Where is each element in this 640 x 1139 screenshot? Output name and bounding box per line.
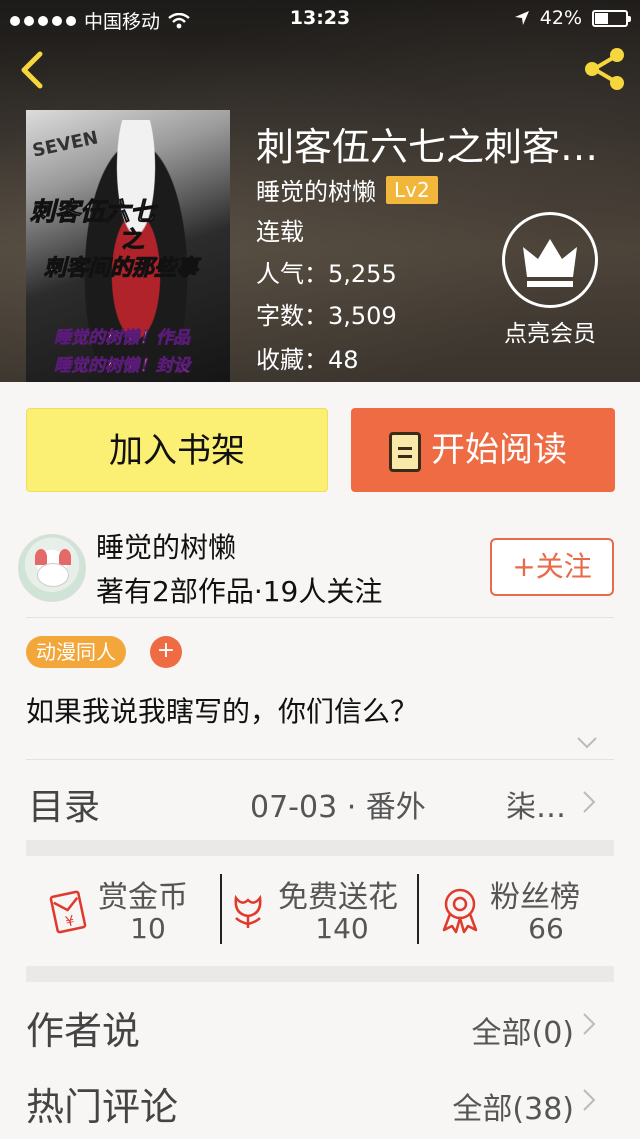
crown-icon	[523, 239, 577, 287]
chevron-right-icon	[583, 1089, 596, 1111]
toc-label: 目录	[28, 787, 101, 828]
avatar-ear-right	[59, 549, 71, 565]
vip-badge	[502, 212, 598, 308]
chevron-right-icon	[583, 791, 596, 813]
popularity-label: 人气：	[256, 260, 328, 288]
book-header: 中国移动 13:23 42% SEVEN 刺客伍六七 之 刺客间的那些事 睡觉的…	[0, 0, 640, 382]
fan-ranking[interactable]: 粉丝榜 66	[418, 856, 614, 966]
flower-icon	[234, 894, 262, 928]
tag-anime-fanfic[interactable]: 动漫同人	[26, 636, 126, 668]
reward-coins-value: 10	[130, 912, 166, 945]
book-title: 刺客伍六七之刺客…	[256, 125, 599, 169]
fan-ranking-label: 粉丝榜	[490, 880, 580, 915]
section-band	[26, 966, 614, 982]
chevron-right-icon	[583, 1013, 596, 1035]
start-reading-button[interactable]: 开始阅读	[351, 408, 615, 492]
book-author-line: 睡觉的树懒 Lv2	[256, 172, 438, 207]
toc-latest-date: 07-03 · 番外	[250, 790, 426, 825]
book-cover[interactable]: SEVEN 刺客伍六七 之 刺客间的那些事 睡觉的树懒！作品 睡觉的树懒！封设	[26, 110, 230, 382]
chevron-down-icon[interactable]	[576, 736, 598, 750]
cover-credit-2: 睡觉的树懒！封设	[54, 356, 191, 377]
author-avatar[interactable]	[18, 534, 86, 602]
reward-coins[interactable]: ¥ 赏金币 10	[26, 856, 222, 966]
book-author[interactable]: 睡觉的树懒	[256, 172, 376, 207]
avatar-ear-left	[35, 549, 47, 565]
location-arrow-icon	[514, 11, 529, 25]
author-name[interactable]: 睡觉的树懒	[96, 526, 236, 566]
word-count-value: 3,509	[328, 302, 397, 330]
toc-latest-title: 柒…	[506, 790, 566, 825]
back-button[interactable]	[14, 48, 54, 92]
favorites-label: 收藏：	[256, 346, 328, 374]
book-description: 如果我说我瞎写的，你们信么？	[26, 695, 419, 728]
section-band	[26, 840, 614, 856]
popularity-value: 5,255	[328, 260, 397, 288]
word-count-label: 字数：	[256, 302, 328, 330]
favorites-value: 48	[328, 346, 359, 374]
fan-ranking-value: 66	[528, 912, 564, 945]
hot-comments-row[interactable]: 热门评论 全部(38)	[26, 1064, 614, 1134]
cover-title-3: 刺客间的那些事	[43, 256, 199, 282]
add-to-shelf-button[interactable]: 加入书架	[26, 408, 328, 492]
status-bar: 中国移动 13:23 42%	[0, 0, 640, 36]
favorites-stat: 收藏：48	[256, 340, 359, 375]
battery-percent: 42%	[539, 7, 582, 29]
free-flowers-label: 免费送花	[278, 880, 398, 915]
table-of-contents-row[interactable]: 目录 07-03 · 番外 柒…	[26, 760, 614, 840]
share-button[interactable]	[582, 46, 628, 92]
hot-comments-count: 全部(38)	[452, 1092, 574, 1127]
share-icon	[585, 48, 624, 90]
add-tag-button[interactable]: +	[150, 636, 182, 668]
reward-coins-label: 赏金币	[98, 880, 188, 915]
author-says-label: 作者说	[26, 1009, 141, 1053]
svg-text:¥: ¥	[64, 913, 76, 931]
status-right: 42%	[514, 7, 631, 29]
cover-credit-1: 睡觉的树懒！作品	[54, 328, 191, 349]
word-count-stat: 字数：3,509	[256, 296, 397, 331]
popularity-stat: 人气：5,255	[256, 254, 397, 289]
cover-credits: 睡觉的树懒！作品 睡觉的树懒！封设	[54, 324, 191, 380]
divider	[26, 617, 614, 618]
chevron-left-icon	[21, 51, 43, 89]
avatar-face	[37, 563, 69, 587]
vip-label: 点亮会员	[504, 321, 596, 347]
book-icon	[389, 432, 421, 472]
hot-comments-label: 热门评论	[26, 1085, 179, 1129]
free-flowers[interactable]: 免费送花 140	[222, 856, 418, 966]
author-says-row[interactable]: 作者说 全部(0)	[26, 988, 614, 1058]
free-flowers-value: 140	[315, 912, 369, 945]
vip-button[interactable]: 点亮会员	[494, 212, 606, 348]
reward-stats: ¥ 赏金币 10 免费送花 140 粉丝榜 66	[26, 856, 614, 966]
red-envelope-icon: ¥	[49, 890, 87, 934]
medal-icon	[442, 888, 478, 934]
battery-icon	[592, 9, 631, 27]
author-says-count: 全部(0)	[471, 1016, 575, 1051]
serial-status: 连载	[256, 218, 304, 246]
level-badge: Lv2	[386, 175, 438, 204]
author-stats: 著有2部作品·19人关注	[96, 575, 383, 608]
start-reading-label: 开始阅读	[431, 430, 567, 470]
follow-button[interactable]: +关注	[490, 538, 614, 596]
